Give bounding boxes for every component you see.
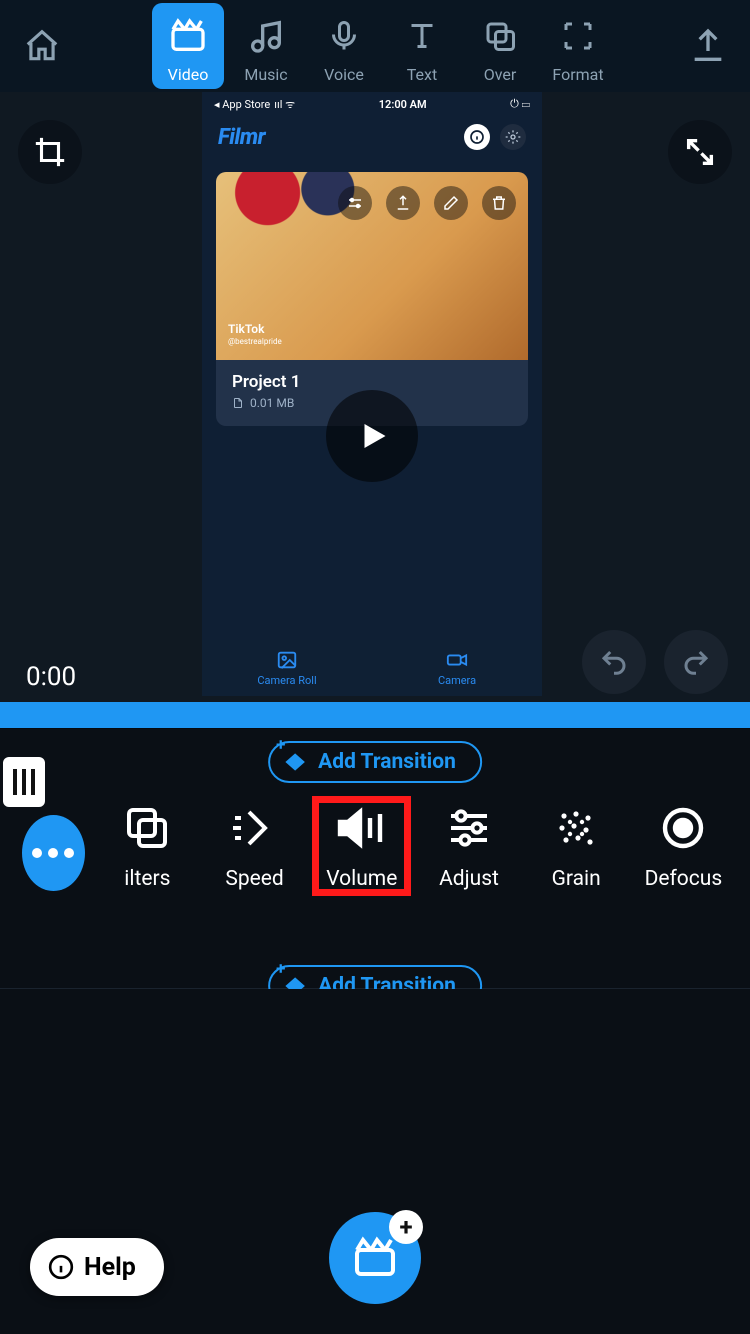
tab-format[interactable]: Format: [542, 3, 614, 89]
tab-text[interactable]: Text: [386, 3, 458, 89]
info-icon[interactable]: [464, 124, 490, 150]
phone-header: Filmr: [202, 116, 542, 158]
filters-icon: [111, 801, 183, 855]
tab-video[interactable]: Video: [152, 3, 224, 89]
tab-label: Over: [484, 65, 517, 84]
help-label: Help: [84, 1253, 136, 1282]
format-icon: [542, 9, 614, 63]
tool-speed[interactable]: Speed: [210, 801, 299, 891]
speed-icon: [219, 801, 291, 855]
preview-area: ◂ App Store ııl ᯤ 12:00 AM ⏻ ▭ Filmr: [0, 92, 750, 702]
tool-defocus[interactable]: Defocus: [639, 801, 728, 891]
tool-label: Grain: [552, 867, 601, 891]
text-icon: [386, 9, 458, 63]
tab-camera-roll[interactable]: Camera Roll: [202, 640, 372, 696]
tool-label: Speed: [225, 867, 283, 891]
tool-label: ilters: [124, 867, 170, 891]
edit-icon[interactable]: [434, 186, 468, 220]
tiktok-watermark: TikTok @bestrealpride: [228, 323, 282, 346]
top-toolbar: Video Music Voice Text: [0, 0, 750, 92]
status-clock: 12:00 AM: [379, 98, 427, 111]
trash-icon[interactable]: [482, 186, 516, 220]
tool-label: Defocus: [645, 867, 723, 891]
add-transition-label: Add Transition: [318, 750, 456, 774]
back-to-app: ◂ App Store: [214, 98, 270, 111]
plus-icon: +: [276, 735, 285, 755]
settings-icon[interactable]: [338, 186, 372, 220]
transition-icon: [282, 749, 308, 775]
add-transition-top-button[interactable]: + Add Transition: [268, 741, 482, 783]
tab-label: Text: [407, 65, 437, 84]
volume-icon: [326, 801, 398, 855]
project-title: Project 1: [232, 372, 512, 392]
project-card[interactable]: TikTok @bestrealpride Project 1 0.01 MB: [216, 172, 528, 426]
preview-content: ◂ App Store ııl ᯤ 12:00 AM ⏻ ▭ Filmr: [202, 92, 542, 696]
tab-voice[interactable]: Voice: [308, 3, 380, 89]
gear-icon[interactable]: [500, 124, 526, 150]
undo-button[interactable]: [582, 630, 646, 694]
fullscreen-button[interactable]: [668, 120, 732, 184]
home-button[interactable]: [12, 16, 72, 76]
project-thumbnail: TikTok @bestrealpride: [216, 172, 528, 360]
music-icon: [230, 9, 302, 63]
clip-handle[interactable]: [3, 757, 45, 807]
timeline-panel: + Add Transition ilters Speed: [0, 728, 750, 988]
clapper-icon: [152, 9, 224, 63]
tool-label: Adjust: [439, 867, 499, 891]
grain-icon: [540, 801, 612, 855]
playhead-time: 0:00: [26, 662, 76, 692]
battery-icon: ⏻ ▭: [510, 97, 530, 111]
tool-grain[interactable]: Grain: [532, 801, 621, 891]
phone-status-bar: ◂ App Store ııl ᯤ 12:00 AM ⏻ ▭: [202, 92, 542, 116]
export-button[interactable]: [678, 16, 738, 76]
tab-camera[interactable]: Camera: [372, 640, 542, 696]
lower-panel: Help +: [0, 989, 750, 1334]
redo-button[interactable]: [664, 630, 728, 694]
phone-bottom-tabs: Camera Roll Camera: [202, 640, 542, 696]
tab-label: Music: [244, 65, 287, 84]
more-tools-button[interactable]: [22, 815, 85, 891]
plus-badge: +: [389, 1210, 423, 1244]
help-button[interactable]: Help: [30, 1238, 164, 1296]
tab-label: Voice: [324, 65, 364, 84]
adjust-icon: [433, 801, 505, 855]
signal-icon: ııl ᯤ: [274, 97, 295, 112]
tool-label: Volume: [326, 867, 397, 891]
tab-label: Format: [552, 65, 603, 84]
play-button[interactable]: [326, 390, 418, 482]
timeline-scrubber[interactable]: [0, 702, 750, 728]
plus-icon: +: [276, 959, 285, 979]
share-icon[interactable]: [386, 186, 420, 220]
tab-music[interactable]: Music: [230, 3, 302, 89]
tab-label: Video: [168, 65, 209, 84]
app-brand: Filmr: [218, 125, 265, 150]
crop-button[interactable]: [18, 120, 82, 184]
tool-filters[interactable]: ilters: [103, 801, 192, 891]
tool-adjust[interactable]: Adjust: [424, 801, 513, 891]
info-icon: [48, 1254, 74, 1280]
defocus-icon: [647, 801, 719, 855]
add-media-fab[interactable]: +: [329, 1212, 421, 1304]
mic-icon: [308, 9, 380, 63]
tool-volume[interactable]: Volume: [317, 801, 406, 891]
tab-overlay[interactable]: Over: [464, 3, 536, 89]
overlay-icon: [464, 9, 536, 63]
